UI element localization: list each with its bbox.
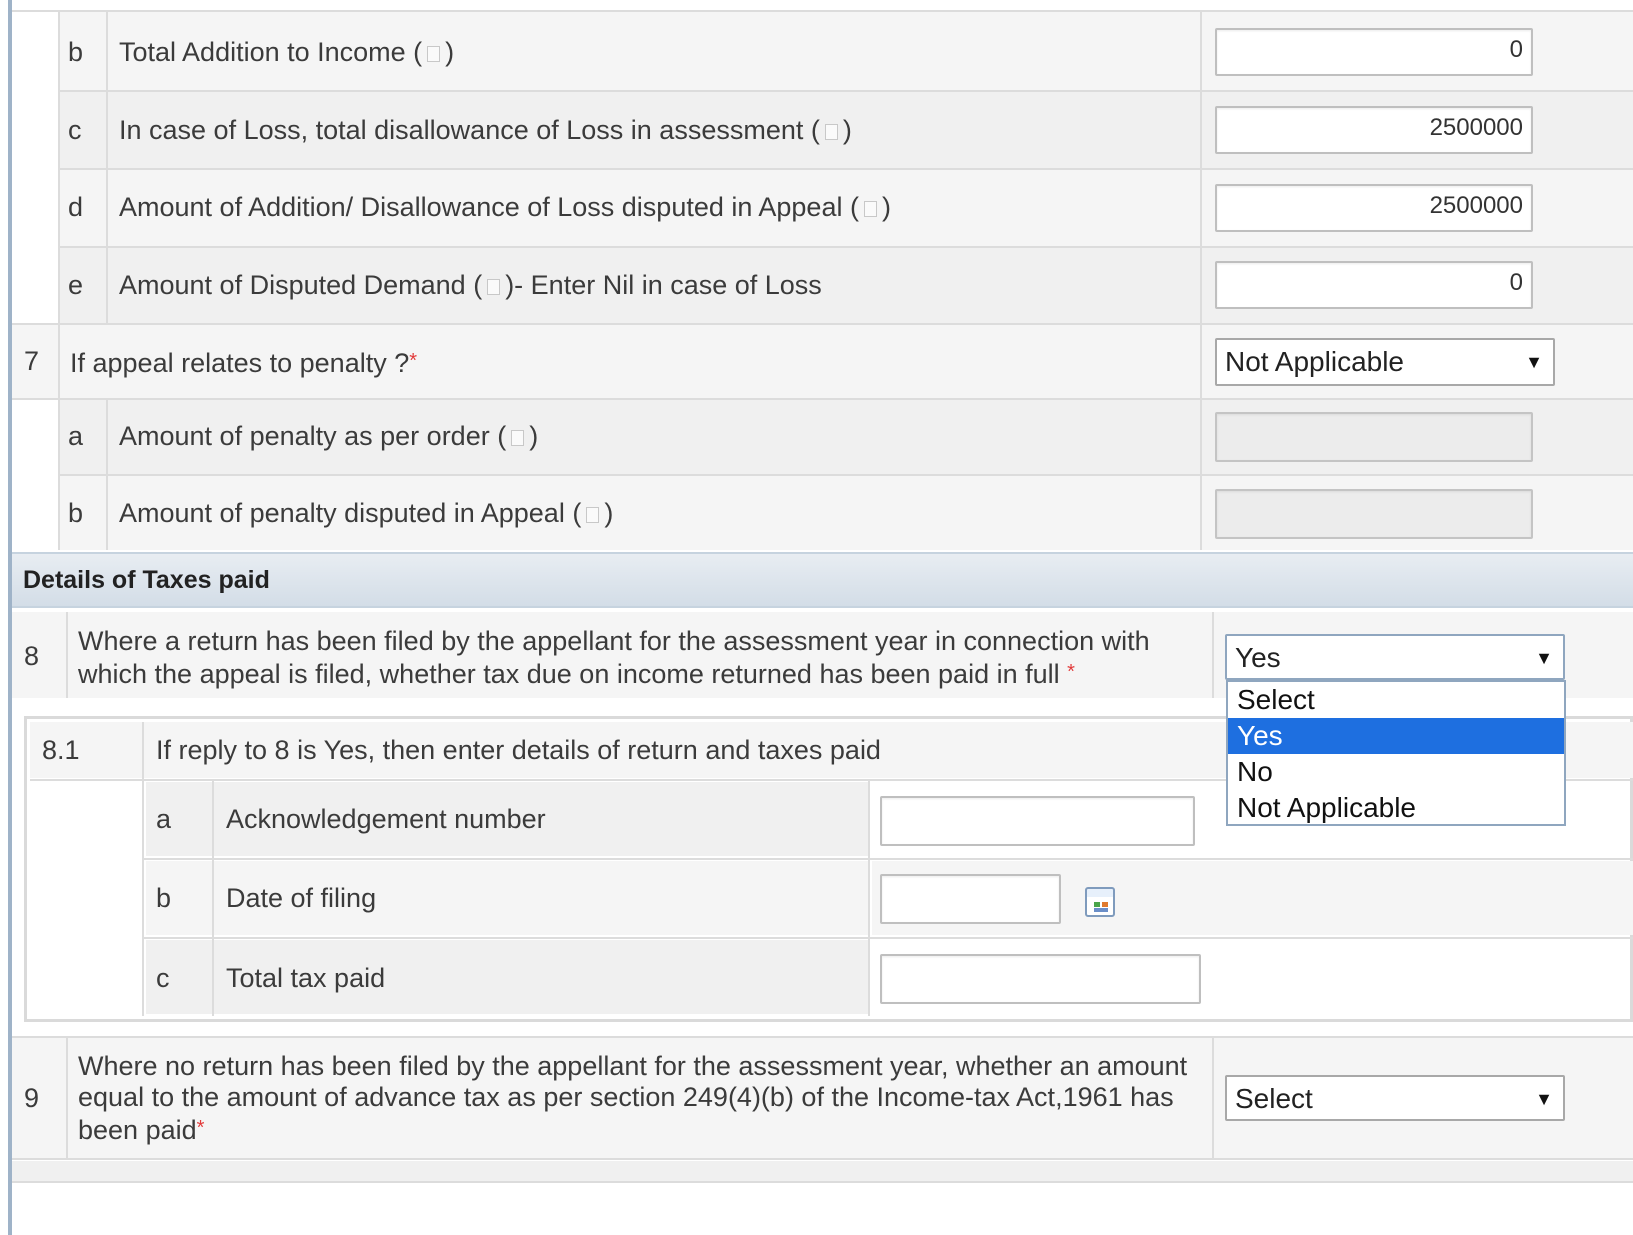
row-letter: d [68,192,84,222]
dropdown-option-select[interactable]: Select [1228,682,1564,718]
question-number: 9 [24,1083,40,1113]
currency-icon [586,507,600,523]
row-letter: b [68,498,84,528]
penalty-disputed-input[interactable] [1215,489,1533,539]
penalty-amount-input[interactable] [1215,412,1533,462]
loss-disallowance-input[interactable]: 2500000 [1215,106,1533,154]
row-letter: a [68,421,84,451]
row-letter: b [156,883,172,913]
tax-paid-question-label: Where a return has been filed by the app… [78,626,1150,689]
total-addition-input[interactable]: 0 [1215,28,1533,76]
currency-icon [824,124,838,140]
dropdown-arrow-icon: ▼ [1535,1089,1553,1109]
date-of-filing-input[interactable] [880,874,1061,924]
row-label: Total Addition to Income () [119,37,455,67]
row-letter: a [156,804,172,834]
row-label: Acknowledgement number [226,804,546,834]
section-header: Details of Taxes paid [12,552,1633,608]
advance-tax-select[interactable]: Select ▼ [1225,1075,1565,1121]
row-label: Total tax paid [226,963,386,993]
row-label: In case of Loss, total disallowance of L… [119,115,852,145]
disputed-demand-input[interactable]: 0 [1215,261,1533,309]
section-title: Details of Taxes paid [23,566,270,594]
penalty-select[interactable]: Not Applicable ▼ [1215,338,1555,386]
currency-icon [511,430,525,446]
row-label: Amount of penalty as per order () [119,421,539,451]
currency-icon [863,201,877,217]
dropdown-option-no[interactable]: No [1228,754,1564,790]
details-instruction-label: If reply to 8 is Yes, then enter details… [156,735,881,765]
dropdown-option-yes[interactable]: Yes [1228,718,1564,754]
total-tax-paid-input[interactable] [880,954,1201,1004]
acknowledgement-number-input[interactable] [880,796,1195,846]
row-label: Amount of Addition/ Disallowance of Loss… [119,192,891,222]
dropdown-arrow-icon: ▼ [1535,648,1553,668]
advance-tax-select-value: Select [1235,1083,1313,1114]
question-number: 8.1 [42,735,80,765]
row-letter: c [156,963,170,993]
row-letter: c [68,115,82,145]
dropdown-option-not-applicable[interactable]: Not Applicable [1228,790,1564,826]
penalty-question-label: If appeal relates to penalty ?* [70,348,418,378]
row-label: Amount of penalty disputed in Appeal () [119,498,614,528]
penalty-select-value: Not Applicable [1225,346,1405,377]
dropdown-arrow-icon: ▼ [1525,352,1543,372]
disputed-addition-input[interactable]: 2500000 [1215,184,1533,232]
currency-icon [427,46,441,62]
row-letter: e [68,270,84,300]
advance-tax-question-label: Where no return has been filed by the ap… [78,1051,1188,1145]
tax-paid-dropdown-list: Select Yes No Not Applicable [1226,680,1566,826]
tax-paid-select[interactable]: Yes ▼ [1225,634,1565,680]
calendar-icon[interactable] [1085,887,1115,917]
row-label: Date of filing [226,883,377,913]
question-number: 7 [24,346,40,376]
currency-icon [487,279,501,295]
tax-paid-select-value: Yes [1235,642,1281,673]
question-number: 8 [24,641,40,671]
row-letter: b [68,37,84,67]
row-label: Amount of Disputed Demand ()- Enter Nil … [119,270,822,300]
